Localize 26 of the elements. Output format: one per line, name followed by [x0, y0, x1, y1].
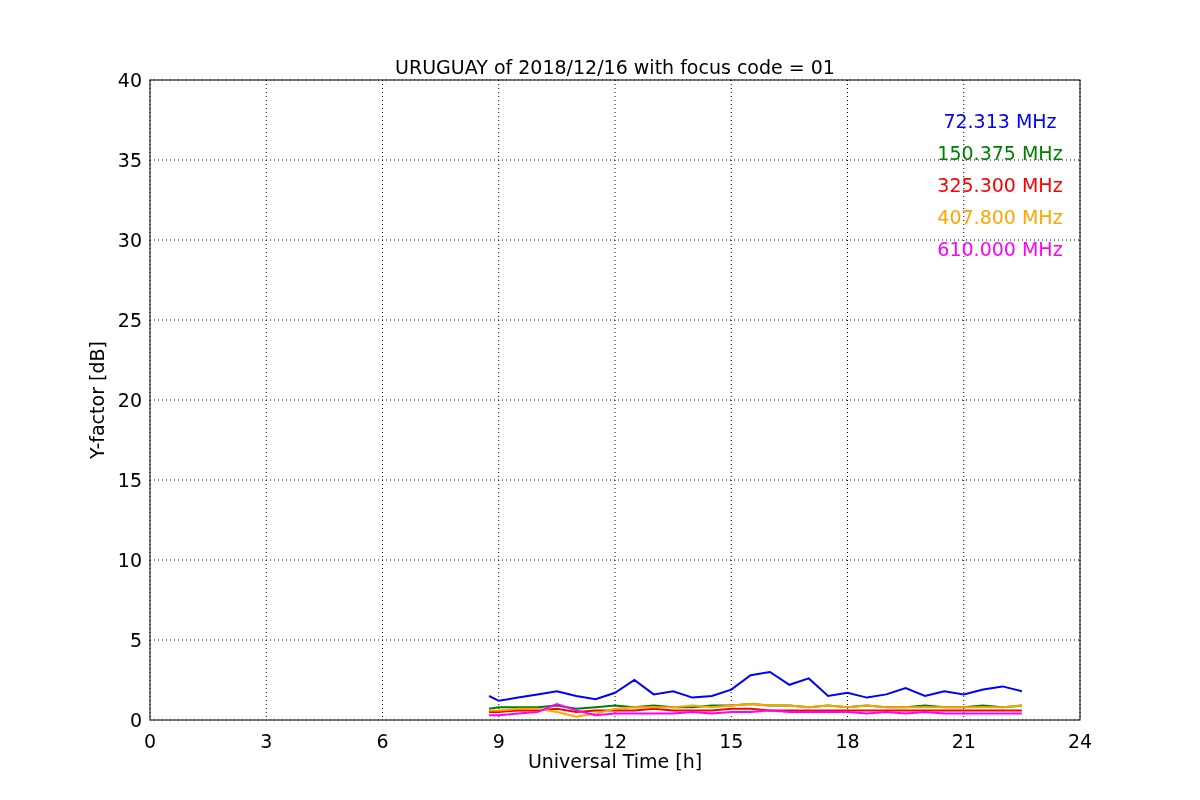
tick-label: 18	[835, 730, 860, 752]
tick-label: 9	[492, 730, 505, 752]
tick-label: 0	[143, 730, 157, 752]
chart-title: URUGUAY of 2018/12/16 with focus code = 01	[395, 56, 835, 78]
axis-label: Universal Time [h]	[527, 750, 703, 772]
tick-label: 35	[117, 149, 142, 171]
tick-label: 20	[117, 389, 142, 411]
legend-label: 407.800 MHz	[937, 206, 1063, 228]
axis-label: Y-factor [dB]	[86, 341, 108, 459]
tick-label: 15	[719, 730, 744, 752]
tick-label: 30	[117, 229, 142, 251]
tick-label: 6	[376, 730, 389, 752]
legend-label: 72.313 MHz	[943, 110, 1057, 132]
legend-label: 150.375 MHz	[937, 142, 1063, 164]
tick-label: 12	[602, 730, 628, 752]
tick-label: 0	[129, 709, 142, 731]
tick-label: 10	[117, 549, 142, 571]
tick-label: 5	[129, 629, 142, 651]
legend-label: 325.300 MHz	[937, 174, 1063, 196]
tick-label: 21	[951, 730, 976, 752]
tick-label: 15	[117, 469, 142, 491]
tick-label: 40	[117, 69, 142, 91]
legend-label: 610.000 MHz	[937, 238, 1063, 260]
tick-label: 3	[260, 730, 273, 752]
tick-label: 24	[1067, 730, 1093, 752]
tick-label: 25	[117, 309, 142, 331]
